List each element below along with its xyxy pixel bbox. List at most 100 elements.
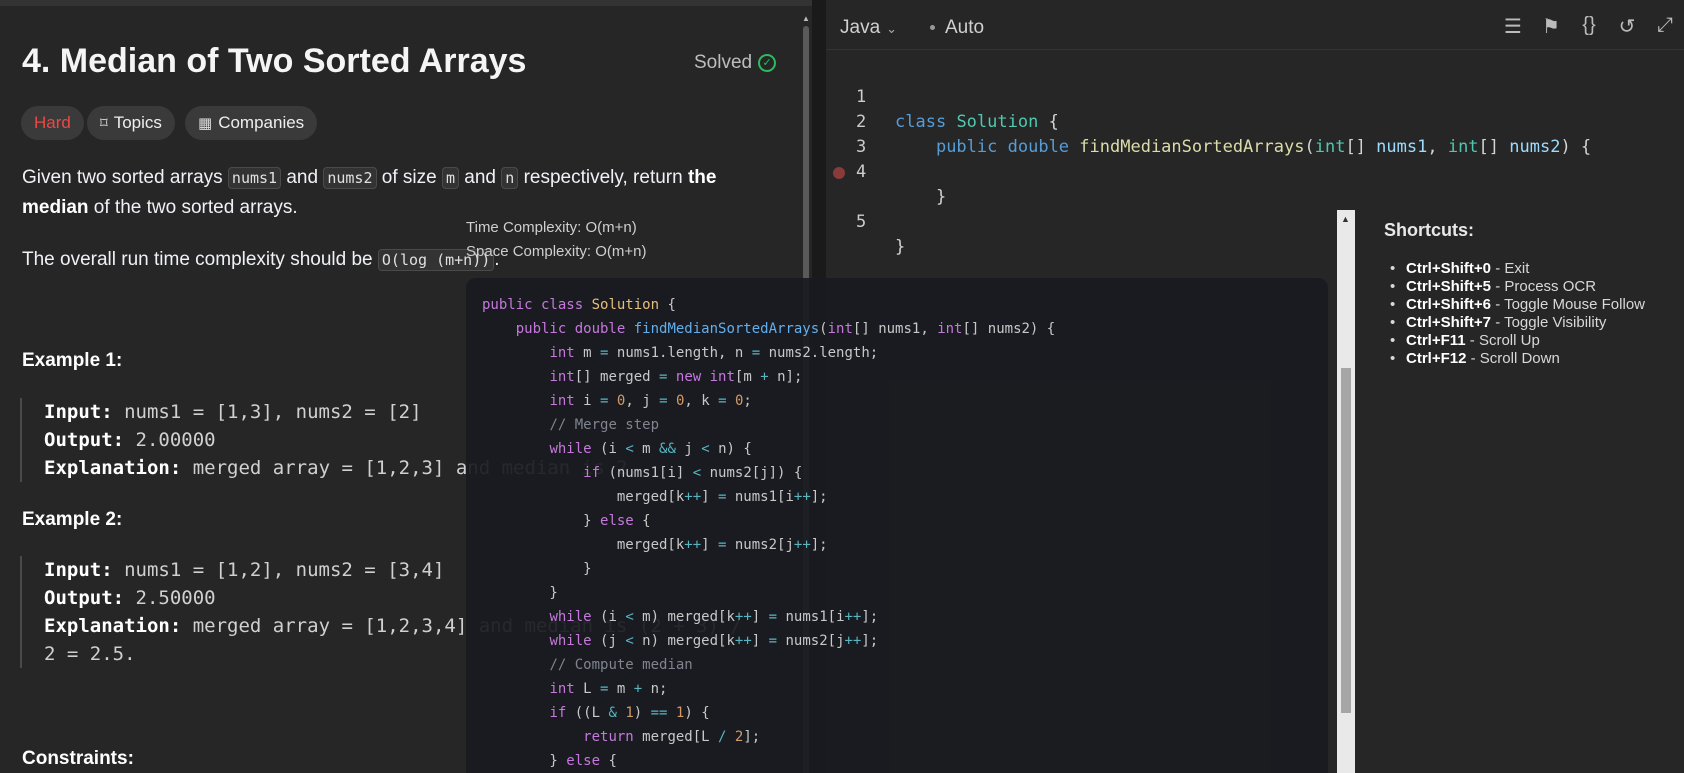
shortcut-item: Ctrl+Shift+7 - Toggle Visibility <box>1384 314 1674 332</box>
overlay-code-line: public class Solution { <box>482 297 676 313</box>
scroll-up-arrow-icon[interactable]: ▲ <box>1341 214 1350 224</box>
desc-text: of the two sorted arrays. <box>88 197 298 218</box>
overlay-code-line: int[] merged = new int[m + n]; <box>549 369 803 385</box>
shortcuts-title: Shortcuts: <box>1384 220 1474 240</box>
overlay-code-line: while (i < m && j < n) { <box>549 441 752 457</box>
chevron-down-icon: ⌄ <box>886 21 898 36</box>
description-paragraph-2: The overall run time complexity should b… <box>22 245 762 275</box>
code-text: } <box>895 187 947 207</box>
output-label: Output: <box>44 429 125 451</box>
output-value: 2.50000 <box>135 587 216 609</box>
dot-icon <box>930 25 935 31</box>
shortcut-item: Ctrl+F11 - Scroll Up <box>1384 332 1674 350</box>
bookmark-icon[interactable]: ⚑ <box>1538 14 1564 39</box>
difficulty-label: Hard <box>34 113 71 132</box>
overlay-code-line: int m = nums1.length, n = nums2.length; <box>549 345 879 361</box>
inline-code: m <box>441 167 460 189</box>
shortcut-keys: Ctrl+F11 <box>1406 332 1466 349</box>
code-editor[interactable]: 1 class Solution { 2 public double findM… <box>826 60 1684 257</box>
overlay-code-line: } <box>482 561 592 577</box>
desc-text: Given two sorted arrays <box>22 167 228 188</box>
overlay-scrollbar[interactable]: ▲ <box>1337 210 1355 773</box>
scrollbar-thumb[interactable] <box>1341 368 1351 713</box>
input-value: nums1 = [1,2], nums2 = [3,4] <box>124 559 445 581</box>
code-line: 4 } <box>826 135 1684 207</box>
auto-mode-label: Auto <box>945 17 985 38</box>
auto-mode-button[interactable]: Auto <box>930 17 984 39</box>
overlay-code-line: } else { <box>482 753 617 769</box>
constraints-title: Constraints: <box>22 748 134 769</box>
code-line: 3 <box>826 110 1684 157</box>
overlay-code-block: public class Solution { public double fi… <box>466 278 1328 773</box>
output-label: Output: <box>44 587 125 609</box>
desc-text: The overall run time complexity should b… <box>22 249 378 270</box>
overlay-code-line: if ((L & 1) == 1) { <box>549 705 710 721</box>
inline-code: n <box>501 167 519 189</box>
shortcut-item: Ctrl+Shift+6 - Toggle Mouse Follow <box>1384 296 1674 314</box>
desc-text: and <box>459 167 502 188</box>
shortcuts-panel: Shortcuts: Ctrl+Shift+0 - Exit Ctrl+Shif… <box>1357 210 1684 773</box>
companies-button[interactable]: ▦ Companies <box>185 106 318 140</box>
explanation-label: Explanation: <box>44 457 182 479</box>
breakpoint-icon[interactable] <box>833 167 845 179</box>
overlay-code-line: // Compute median <box>549 657 693 673</box>
description-paragraph-1: Given two sorted arrays nums1 and nums2 … <box>22 163 762 222</box>
overlay-code-line: merged[k++] = nums2[j++]; <box>482 537 828 553</box>
space-complexity: Space Complexity: O(m+n) <box>466 243 647 260</box>
shortcut-keys: Ctrl+Shift+6 <box>1406 296 1492 313</box>
topics-button[interactable]: ⌑ Topics <box>87 106 175 140</box>
scroll-up-arrow-icon[interactable]: ▲ <box>802 14 810 23</box>
overlay-code-line: while (j < n) merged[k++] = nums2[j++]; <box>549 633 879 649</box>
expand-icon[interactable]: ⤢ <box>1652 14 1678 37</box>
tag-icon: ⌑ <box>100 115 108 132</box>
solved-status: Solved ✓ <box>694 52 777 74</box>
complexity-info: Time Complexity: O(m+n) Space Complexity… <box>466 216 646 264</box>
inline-code: nums1 <box>227 167 282 189</box>
overlay-code-line: // Merge step <box>549 417 660 433</box>
desc-text: and <box>281 167 324 188</box>
shortcut-action: - Toggle Mouse Follow <box>1491 296 1645 313</box>
braces-icon[interactable]: {} <box>1576 14 1602 37</box>
shortcut-keys: Ctrl+Shift+0 <box>1406 260 1492 277</box>
shortcut-item: Ctrl+F12 - Scroll Down <box>1384 350 1674 368</box>
code-line: 2 public double findMedianSortedArrays(i… <box>826 85 1684 157</box>
input-label: Input: <box>44 559 113 581</box>
reset-icon[interactable]: ↺ <box>1614 14 1640 39</box>
shortcut-item: Ctrl+Shift+5 - Process OCR <box>1384 278 1674 296</box>
shortcut-keys: Ctrl+F12 <box>1406 350 1467 367</box>
shortcut-action: - Exit <box>1491 260 1530 277</box>
problem-title: 4. Median of Two Sorted Arrays <box>22 42 527 80</box>
overlay-code-line: } <box>482 585 558 601</box>
language-label: Java <box>840 17 881 38</box>
example-2-title: Example 2: <box>22 509 123 530</box>
shortcut-action: - Scroll Down <box>1466 350 1560 367</box>
solved-label: Solved <box>694 52 753 73</box>
explanation-label: Explanation: <box>44 615 182 637</box>
input-value: nums1 = [1,3], nums2 = [2] <box>124 401 422 423</box>
shortcut-action: - Toggle Visibility <box>1491 314 1607 331</box>
shortcut-keys: Ctrl+Shift+7 <box>1406 314 1492 331</box>
companies-label: Companies <box>218 113 305 132</box>
input-label: Input: <box>44 401 113 423</box>
time-complexity: Time Complexity: O(m+n) <box>466 219 637 236</box>
overlay-code-line: public double findMedianSortedArrays(int… <box>515 321 1056 337</box>
overlay-code-line: while (i < m) merged[k++] = nums1[i++]; <box>549 609 879 625</box>
desc-text: respectively, return <box>518 167 688 188</box>
inline-code: nums2 <box>323 167 377 189</box>
overlay-code-line: } else { <box>482 513 651 529</box>
language-select[interactable]: Java ⌄ <box>840 17 897 39</box>
difficulty-badge[interactable]: Hard <box>21 106 84 140</box>
shortcut-action: - Scroll Up <box>1465 332 1540 349</box>
overlay-code-line: if (nums1[i] < nums2[j]) { <box>583 465 803 481</box>
explanation-value-cont: 2 = 2.5. <box>44 643 136 665</box>
code-line: 1 class Solution { <box>826 60 1684 132</box>
line-number: 5 <box>856 212 867 232</box>
topics-label: Topics <box>113 113 162 132</box>
output-value: 2.00000 <box>135 429 216 451</box>
overlay-code-line: int i = 0, j = 0, k = 0; <box>549 393 752 409</box>
format-icon[interactable]: ☰ <box>1500 14 1526 39</box>
example-1-title: Example 1: <box>22 350 123 371</box>
overlay-code-line: return merged[L / 2]; <box>583 729 761 745</box>
overlay-code-line: merged[k++] = nums1[i++]; <box>482 489 828 505</box>
building-icon: ▦ <box>198 115 213 132</box>
